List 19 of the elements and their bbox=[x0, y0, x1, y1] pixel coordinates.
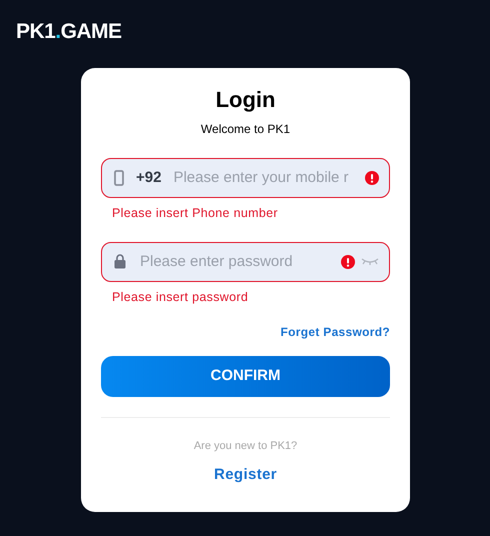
forgot-password-link[interactable]: Forget Password? bbox=[280, 322, 390, 340]
login-title: Login bbox=[216, 86, 276, 114]
phone-input[interactable]: Please enter your mobile r bbox=[173, 166, 361, 190]
error-icon bbox=[341, 254, 355, 269]
phone-field[interactable]: +92 Please enter your mobile r bbox=[101, 158, 390, 198]
confirm-button[interactable]: CONFIRM bbox=[101, 356, 390, 396]
logo: PK1.GAME bbox=[16, 20, 122, 44]
phone-icon bbox=[114, 170, 124, 186]
error-icon bbox=[365, 171, 379, 185]
error-message: Please insert Phone number bbox=[112, 205, 278, 222]
register-link[interactable]: Register bbox=[214, 464, 278, 486]
welcome-text: Welcome to PK1 bbox=[200, 121, 290, 138]
lock-icon bbox=[114, 254, 126, 270]
password-field[interactable]: Please enter password bbox=[101, 242, 390, 282]
password-input[interactable]: Please enter password bbox=[140, 250, 337, 273]
eye-closed-icon[interactable] bbox=[361, 256, 379, 267]
country-code: +92 bbox=[136, 168, 162, 188]
new-user-prompt: Are you new to PK1? bbox=[194, 438, 298, 454]
error-message: Please insert password bbox=[112, 288, 248, 306]
